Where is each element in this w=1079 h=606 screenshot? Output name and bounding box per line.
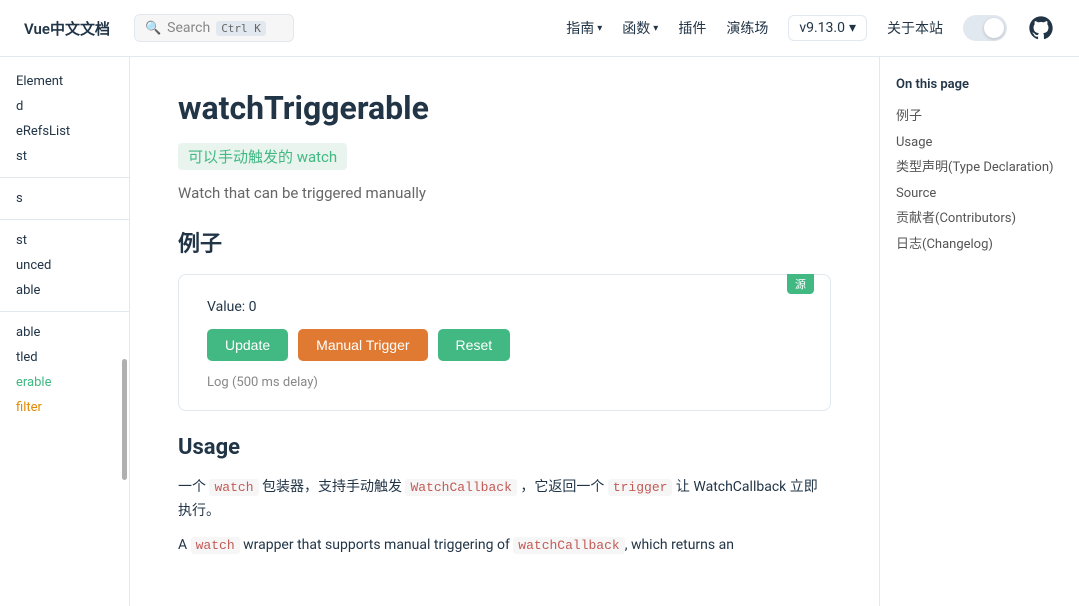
demo-btn-row: Update Manual Trigger Reset — [207, 329, 802, 361]
search-icon: 🔍 — [145, 21, 161, 36]
sidebar-divider-1 — [0, 177, 129, 178]
update-button[interactable]: Update — [207, 329, 288, 361]
sidebar-item-unced[interactable]: unced — [0, 253, 129, 278]
toc-item-source[interactable]: Source — [896, 181, 1063, 207]
search-bar[interactable]: 🔍 Search Ctrl K — [134, 14, 294, 42]
toc-item-usage[interactable]: Usage — [896, 130, 1063, 156]
section-usage-title: Usage — [178, 435, 831, 460]
usage-para2-text: A — [178, 537, 191, 553]
usage-para2-text2: wrapper that supports manual triggering … — [240, 537, 514, 553]
header: Vue中文文档 🔍 Search Ctrl K 指南 函数 插件 演练场 v9.… — [0, 0, 1079, 57]
sidebar-divider-3 — [0, 311, 129, 312]
usage-code-watchcallback: WatchCallback — [405, 479, 516, 496]
scroll-track — [121, 57, 127, 606]
sidebar-wrapper: Element d eRefsList st s st unced able a… — [0, 57, 130, 606]
nav-item-playground[interactable]: 演练场 — [726, 18, 768, 38]
log-text: Log (500 ms delay) — [207, 375, 802, 390]
sidebar-item-filter[interactable]: filter — [0, 395, 129, 420]
site-logo: Vue中文文档 — [24, 18, 110, 39]
toc-item-contributors[interactable]: 贡献者(Contributors) — [896, 206, 1063, 232]
version-chevron-icon: ▾ — [849, 20, 856, 36]
sidebar-item-able1[interactable]: able — [0, 278, 129, 303]
toc-item-changelog[interactable]: 日志(Changelog) — [896, 232, 1063, 258]
sidebar-item-d[interactable]: d — [0, 94, 129, 119]
usage-text-pre: 一个 — [178, 479, 209, 495]
subtitle-text: Watch that can be triggered manually — [178, 184, 831, 202]
nav-item-guide[interactable]: 指南 — [566, 18, 602, 38]
reset-button[interactable]: Reset — [438, 329, 511, 361]
manual-trigger-button[interactable]: Manual Trigger — [298, 329, 427, 361]
usage-code-watch2: watch — [191, 537, 240, 554]
sidebar-item-st2[interactable]: st — [0, 228, 129, 253]
app-container: Vue中文文档 🔍 Search Ctrl K 指南 函数 插件 演练场 v9.… — [0, 0, 1079, 606]
usage-text-mid2: ，它返回一个 — [517, 479, 608, 495]
sidebar-item-able2[interactable]: able — [0, 320, 129, 345]
demo-tag: 源 — [787, 274, 814, 294]
body-container: Element d eRefsList st s st unced able a… — [0, 57, 1079, 606]
toc-sidebar: On this page 例子 Usage 类型声明(Type Declarat… — [879, 57, 1079, 606]
page-title: watchTriggerable — [178, 89, 831, 127]
nav-item-about[interactable]: 关于本站 — [887, 18, 943, 38]
usage-code-watch: watch — [209, 479, 258, 496]
demo-value: Value: 0 — [207, 299, 802, 315]
usage-code-watchcb2: watchCallback — [513, 537, 624, 554]
usage-text-mid: 包装器，支持手动触发 — [259, 479, 406, 495]
sidebar-item-st1[interactable]: st — [0, 144, 129, 169]
sidebar-item-erable[interactable]: erable — [0, 370, 129, 395]
search-kbd: Ctrl K — [216, 21, 266, 36]
nav-item-functions[interactable]: 函数 — [622, 18, 658, 38]
sidebar-item-tled[interactable]: tled — [0, 345, 129, 370]
sidebar-item-element[interactable]: Element — [0, 69, 129, 94]
nav-item-version[interactable]: v9.13.0 ▾ — [788, 15, 867, 41]
toc-item-type[interactable]: 类型声明(Type Declaration) — [896, 155, 1063, 181]
subtitle-badge: 可以手动触发的 watch — [178, 143, 347, 170]
toc-title: On this page — [896, 77, 1063, 92]
theme-toggle-button[interactable] — [963, 15, 1007, 41]
main-content: watchTriggerable 可以手动触发的 watch Watch tha… — [130, 57, 879, 606]
github-icon[interactable] — [1027, 14, 1055, 42]
theme-toggle-circle — [984, 18, 1004, 38]
sidebar: Element d eRefsList st s st unced able a… — [0, 57, 130, 432]
search-label: Search — [167, 20, 210, 36]
sidebar-item-s[interactable]: s — [0, 186, 129, 211]
toc-item-example[interactable]: 例子 — [896, 104, 1063, 130]
usage-para2-text3: , which returns an — [625, 537, 734, 553]
usage-para2: A watch wrapper that supports manual tri… — [178, 534, 831, 558]
usage-para1: 一个 watch 包装器，支持手动触发 WatchCallback ，它返回一个… — [178, 476, 831, 524]
demo-box: 源 Value: 0 Update Manual Trigger Reset L… — [178, 274, 831, 411]
nav-item-plugin[interactable]: 插件 — [678, 18, 706, 38]
usage-code-trigger: trigger — [608, 479, 673, 496]
sidebar-item-erefslist[interactable]: eRefsList — [0, 119, 129, 144]
version-label: v9.13.0 — [799, 20, 845, 36]
sidebar-divider-2 — [0, 219, 129, 220]
scroll-thumb — [122, 359, 127, 480]
section-example-title: 例子 — [178, 226, 831, 258]
main-nav: 指南 函数 插件 演练场 v9.13.0 ▾ 关于本站 — [566, 14, 1055, 42]
